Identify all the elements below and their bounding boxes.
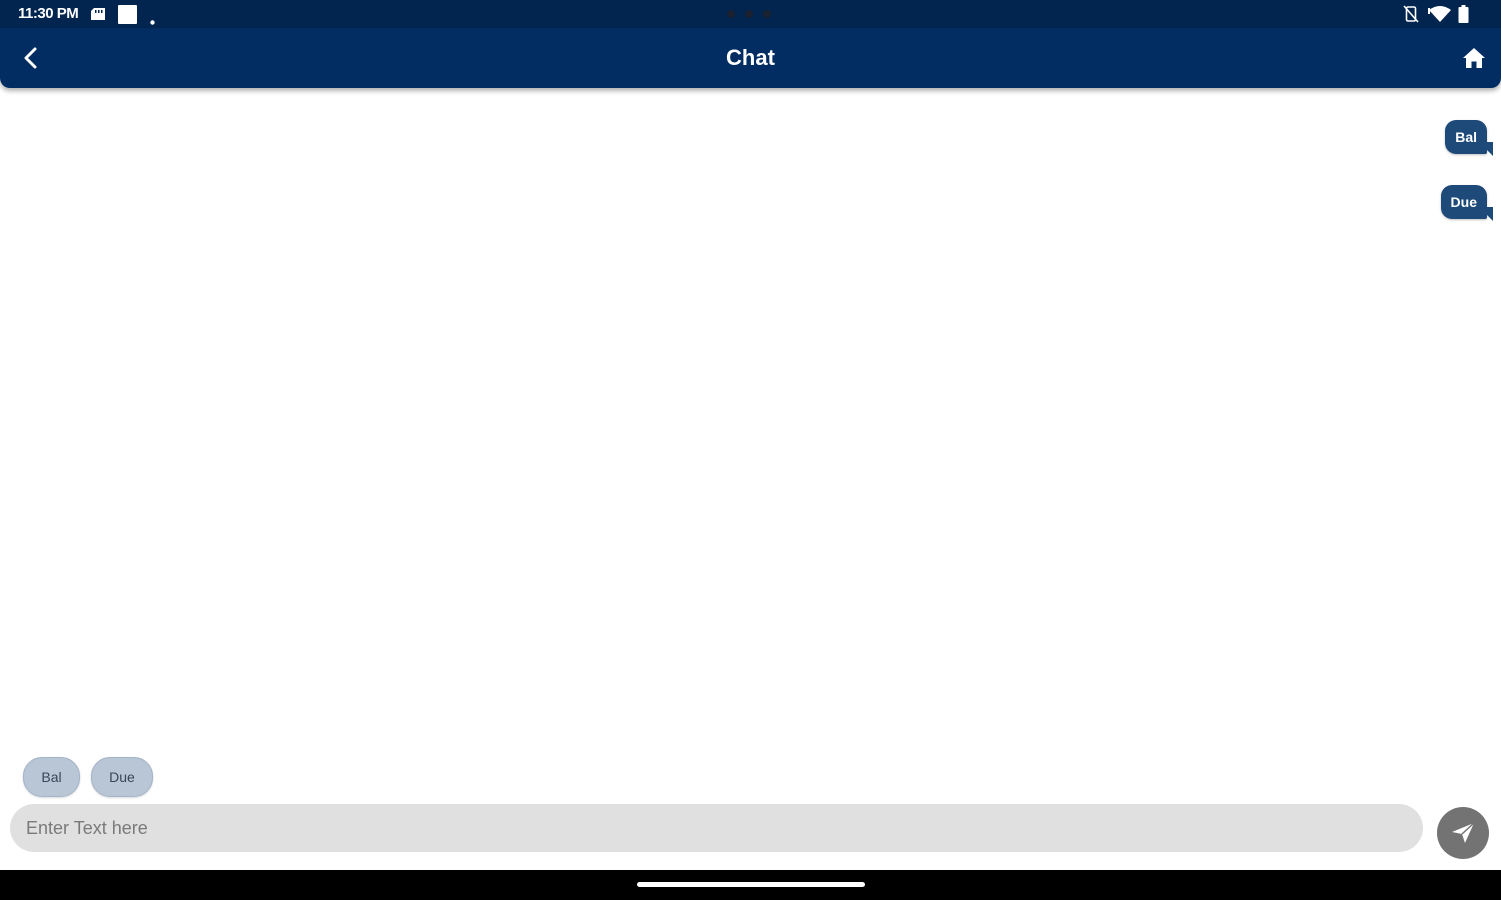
notification-square-icon xyxy=(118,5,137,29)
message-input[interactable] xyxy=(26,804,1406,852)
message-text: Bal xyxy=(1455,129,1477,145)
app-header: Chat xyxy=(0,28,1501,88)
status-right-icons xyxy=(1403,5,1473,23)
wifi-icon xyxy=(1428,5,1452,28)
message-text: Due xyxy=(1450,194,1477,210)
battery-icon xyxy=(1458,5,1469,28)
quick-reply-chip[interactable]: Bal xyxy=(23,757,80,797)
home-indicator[interactable] xyxy=(637,882,865,887)
chat-messages: Bal Due xyxy=(0,88,1501,748)
vibrate-off-icon xyxy=(1403,5,1419,28)
message-bubble: Bal xyxy=(1445,120,1493,156)
home-button[interactable] xyxy=(1461,45,1487,71)
send-icon xyxy=(1452,822,1475,843)
send-button[interactable] xyxy=(1437,807,1489,859)
page-title: Chat xyxy=(726,45,775,70)
chat-screen: 11:30 PM Chat Bal Due Bal Due Enter Text… xyxy=(0,0,1501,900)
message-input-container xyxy=(10,804,1423,852)
home-icon xyxy=(1463,48,1485,68)
status-bar: 11:30 PM xyxy=(0,0,1501,28)
quick-reply-chip[interactable]: Due xyxy=(91,757,153,797)
message-bubble: Due xyxy=(1440,185,1493,221)
status-time: 11:30 PM xyxy=(18,5,79,22)
sd-card-icon xyxy=(91,7,105,25)
system-nav-bar xyxy=(0,870,1501,900)
